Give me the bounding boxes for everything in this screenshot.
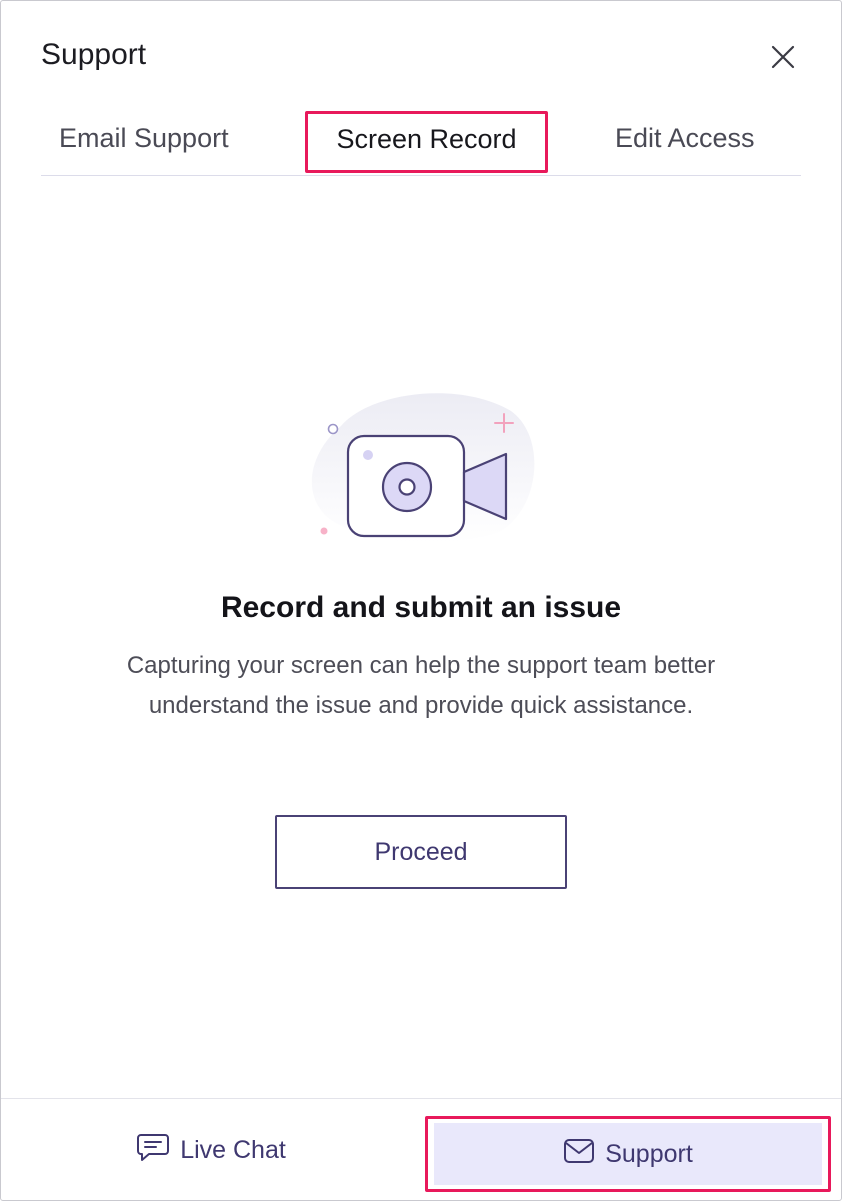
chat-bubble-icon xyxy=(136,1132,170,1169)
tab-bar: Email Support Screen Record Edit Access xyxy=(41,109,801,176)
video-camera-illustration xyxy=(301,386,545,546)
support-button-inner: Support xyxy=(434,1123,822,1185)
tab-edit-access[interactable]: Edit Access xyxy=(615,109,755,175)
live-chat-button[interactable]: Live Chat xyxy=(1,1099,421,1201)
support-label: Support xyxy=(605,1139,693,1168)
close-button[interactable] xyxy=(767,41,799,73)
tab-screen-record[interactable]: Screen Record xyxy=(305,111,548,173)
tab-email-support[interactable]: Email Support xyxy=(59,109,229,175)
record-heading: Record and submit an issue xyxy=(220,591,622,624)
video-camera-icon xyxy=(311,393,535,543)
support-panel: Support Email Support Screen Record Edit… xyxy=(0,0,842,1201)
support-button[interactable]: Support xyxy=(425,1116,831,1192)
proceed-button[interactable]: Proceed xyxy=(275,815,567,889)
panel-title: Support xyxy=(41,38,147,71)
close-icon xyxy=(771,45,795,69)
record-description: Capturing your screen can help the suppo… xyxy=(126,652,716,719)
live-chat-label: Live Chat xyxy=(180,1135,286,1164)
envelope-icon xyxy=(563,1137,595,1172)
footer-bar: Live Chat Support xyxy=(1,1098,841,1201)
